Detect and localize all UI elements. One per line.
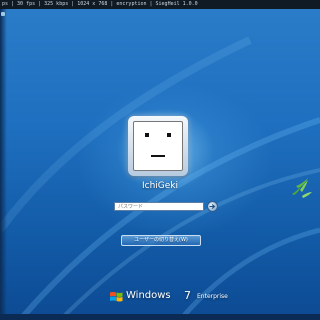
user-avatar-frame bbox=[128, 116, 188, 176]
avatar-left-eye bbox=[145, 133, 149, 137]
windows-flag-icon bbox=[110, 292, 123, 302]
robot-face-icon bbox=[133, 121, 183, 171]
password-input[interactable] bbox=[114, 202, 204, 211]
left-edge-panel bbox=[0, 9, 7, 320]
switch-user-button[interactable]: ユーザーの切り替え(W) bbox=[121, 235, 201, 246]
brand-name: Windows bbox=[126, 290, 171, 301]
bottom-edge-bar bbox=[0, 314, 320, 320]
login-submit-button[interactable] bbox=[207, 201, 218, 212]
brand-version: 7 bbox=[184, 289, 191, 302]
username-label: IchiGeki bbox=[141, 181, 179, 191]
arrow-right-icon bbox=[209, 204, 216, 209]
small-window-icon bbox=[1, 12, 5, 16]
avatar-mouth bbox=[151, 155, 165, 157]
remote-session-status-bar: ps | 30 fps | 325 kbps | 1024 x 768 | en… bbox=[0, 0, 320, 9]
brand-edition: Enterprise bbox=[197, 293, 228, 300]
avatar-right-eye bbox=[167, 133, 171, 137]
session-stats-text: ps | 30 fps | 325 kbps | 1024 x 768 | en… bbox=[2, 1, 198, 7]
